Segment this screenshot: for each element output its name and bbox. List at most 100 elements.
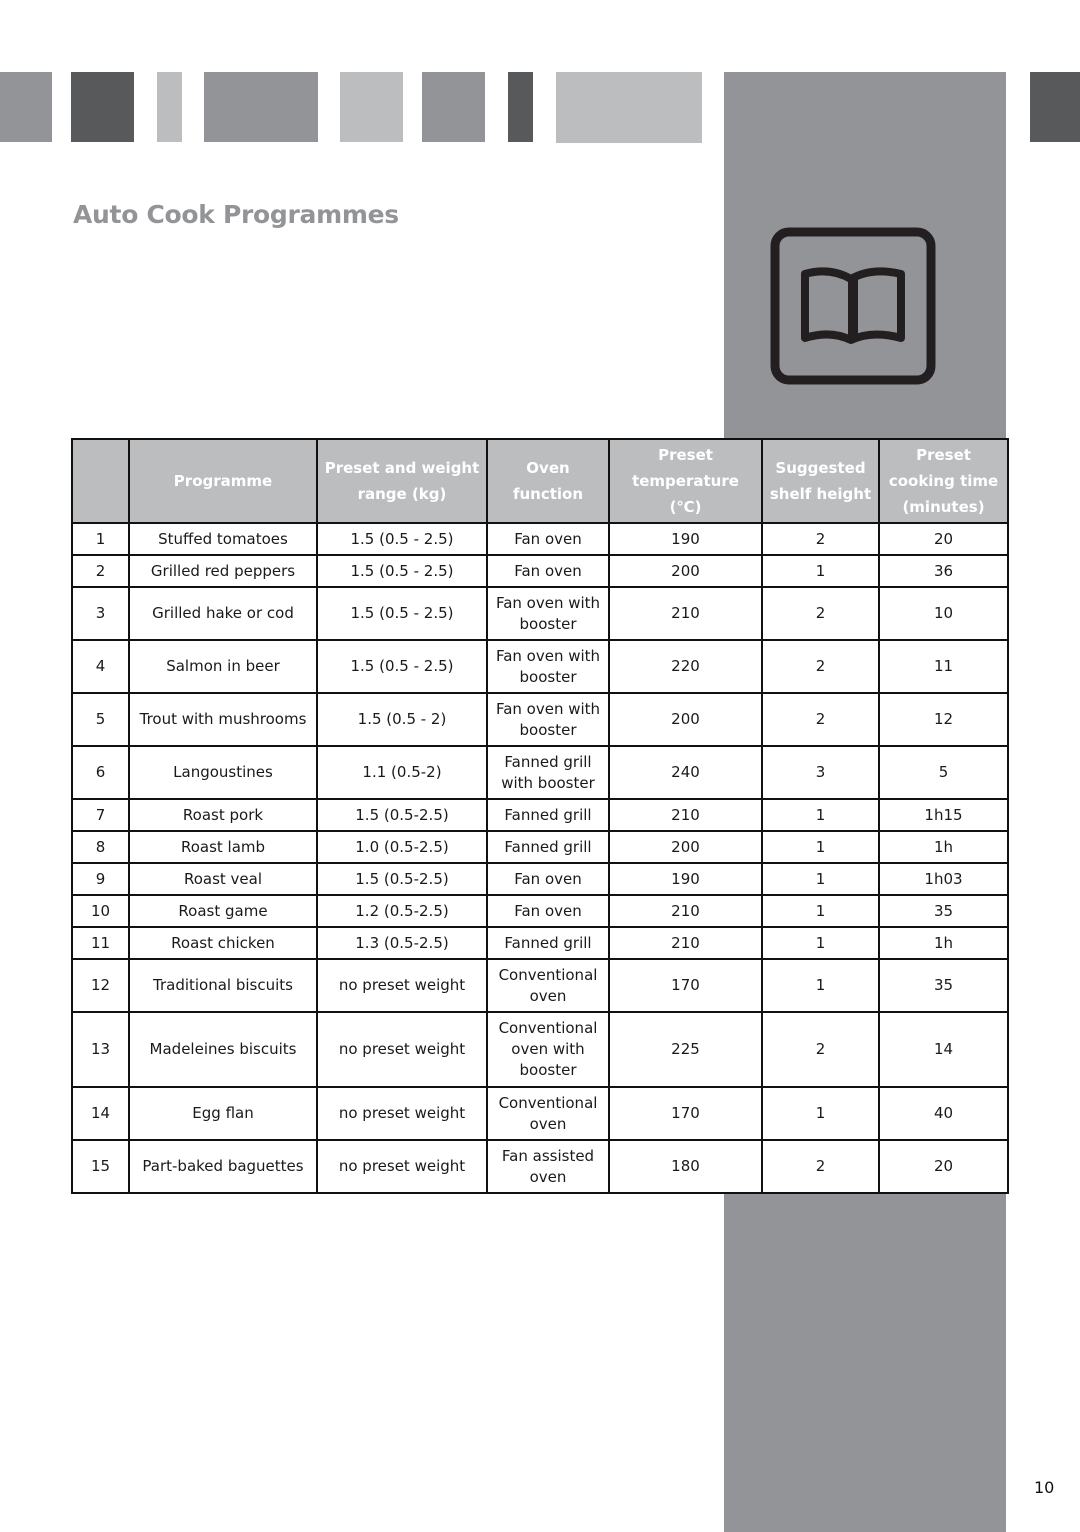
cell-temperature: 225 xyxy=(608,1011,763,1088)
cell-programme: Roast game xyxy=(128,894,318,928)
cell-oven-function: Fan oven with booster xyxy=(486,692,610,747)
cell-shelf-height: 1 xyxy=(761,926,880,960)
cell-number: 11 xyxy=(71,926,130,960)
cell-temperature: 170 xyxy=(608,958,763,1013)
cell-weight: no preset weight xyxy=(316,1011,488,1088)
cell-number: 9 xyxy=(71,862,130,896)
table-row: 13 Madeleines biscuits no preset weight Con… xyxy=(71,1011,1009,1088)
cell-weight: 1.5 (0.5 - 2) xyxy=(316,692,488,747)
cell-number: 6 xyxy=(71,745,130,800)
table-row: 9 Roast veal 1.5 (0.5-2.5) Fan oven 190 1 1h03 xyxy=(71,862,1009,896)
cell-oven-function: Fan oven xyxy=(486,862,610,896)
cell-temperature: 170 xyxy=(608,1086,763,1141)
cell-temperature: 200 xyxy=(608,692,763,747)
cell-number: 5 xyxy=(71,692,130,747)
cell-temperature: 190 xyxy=(608,862,763,896)
cell-weight: 1.5 (0.5 - 2.5) xyxy=(316,586,488,641)
cell-shelf-height: 2 xyxy=(761,1011,880,1088)
page-number: 10 xyxy=(1034,1478,1055,1497)
cell-oven-function: Fanned grill xyxy=(486,830,610,864)
column-header-number xyxy=(71,438,130,524)
table-row: 7 Roast pork 1.5 (0.5-2.5) Fanned grill 210 1… xyxy=(71,798,1009,832)
cell-cooking-time: 35 xyxy=(878,894,1009,928)
cell-cooking-time: 1h xyxy=(878,830,1009,864)
cell-programme: Grilled red peppers xyxy=(128,554,318,588)
cell-temperature: 240 xyxy=(608,745,763,800)
cell-shelf-height: 2 xyxy=(761,639,880,694)
cell-cooking-time: 40 xyxy=(878,1086,1009,1141)
cell-shelf-height: 3 xyxy=(761,745,880,800)
cell-cooking-time: 11 xyxy=(878,639,1009,694)
header-bar-decoration xyxy=(204,72,318,142)
cell-weight: 1.5 (0.5 - 2.5) xyxy=(316,522,488,556)
cell-programme: Roast veal xyxy=(128,862,318,896)
cell-oven-function: Fanned grill xyxy=(486,926,610,960)
cell-shelf-height: 2 xyxy=(761,692,880,747)
cell-shelf-height: 1 xyxy=(761,1086,880,1141)
column-header-temperature: Preset temperature (℃) xyxy=(608,438,763,524)
cell-temperature: 190 xyxy=(608,522,763,556)
cell-weight: no preset weight xyxy=(316,1086,488,1141)
cell-shelf-height: 1 xyxy=(761,798,880,832)
cell-programme: Traditional biscuits xyxy=(128,958,318,1013)
table-row: 6 Langoustines 1.1 (0.5-2) Fanned grill wit… xyxy=(71,745,1009,800)
header-bar-decoration xyxy=(508,72,533,142)
header-bar-decoration xyxy=(71,72,134,142)
cell-programme: Trout with mushrooms xyxy=(128,692,318,747)
column-header-oven-function: Oven function xyxy=(486,438,610,524)
cell-temperature: 210 xyxy=(608,586,763,641)
cell-number: 10 xyxy=(71,894,130,928)
cell-cooking-time: 1h03 xyxy=(878,862,1009,896)
cell-oven-function: Conventional oven xyxy=(486,958,610,1013)
cell-cooking-time: 1h xyxy=(878,926,1009,960)
table-row: 1 Stuffed tomatoes 1.5 (0.5 - 2.5) Fan oven… xyxy=(71,522,1009,556)
cell-temperature: 210 xyxy=(608,798,763,832)
cell-cooking-time: 36 xyxy=(878,554,1009,588)
table-row: 10 Roast game 1.2 (0.5-2.5) Fan oven 210 1 35 xyxy=(71,894,1009,928)
page-title: Auto Cook Programmes xyxy=(73,200,399,229)
cell-programme: Langoustines xyxy=(128,745,318,800)
cell-oven-function: Fan oven xyxy=(486,554,610,588)
header-bar-decoration xyxy=(1030,72,1080,142)
table-row: 2 Grilled red peppers 1.5 (0.5 - 2.5) Fan o… xyxy=(71,554,1009,588)
cell-oven-function: Conventional oven with booster xyxy=(486,1011,610,1088)
cell-oven-function: Fan assisted oven xyxy=(486,1139,610,1194)
cell-weight: no preset weight xyxy=(316,958,488,1013)
cell-oven-function: Fanned grill xyxy=(486,798,610,832)
column-header-programme: Programme xyxy=(128,438,318,524)
cell-oven-function: Fanned grill with booster xyxy=(486,745,610,800)
header-bar-decoration xyxy=(157,72,182,142)
cell-programme: Grilled hake or cod xyxy=(128,586,318,641)
cell-temperature: 220 xyxy=(608,639,763,694)
cell-programme: Madeleines biscuits xyxy=(128,1011,318,1088)
cell-cooking-time: 20 xyxy=(878,522,1009,556)
cell-oven-function: Fan oven xyxy=(486,894,610,928)
column-header-cooking-time: Preset cooking time (minutes) xyxy=(878,438,1009,524)
column-header-weight: Preset and weight range (kg) xyxy=(316,438,488,524)
table-row: 11 Roast chicken 1.3 (0.5-2.5) Fanned grill… xyxy=(71,926,1009,960)
cell-weight: 1.5 (0.5 - 2.5) xyxy=(316,639,488,694)
cell-shelf-height: 2 xyxy=(761,586,880,641)
cell-weight: 1.3 (0.5-2.5) xyxy=(316,926,488,960)
cell-temperature: 210 xyxy=(608,926,763,960)
column-header-shelf-height: Suggested shelf height xyxy=(761,438,880,524)
cell-programme: Roast lamb xyxy=(128,830,318,864)
cell-number: 4 xyxy=(71,639,130,694)
cell-number: 8 xyxy=(71,830,130,864)
cell-temperature: 180 xyxy=(608,1139,763,1194)
cell-number: 2 xyxy=(71,554,130,588)
cell-weight: 1.5 (0.5 - 2.5) xyxy=(316,554,488,588)
table-row: 15 Part-baked baguettes no preset weight Fa… xyxy=(71,1139,1009,1194)
cell-cooking-time: 10 xyxy=(878,586,1009,641)
cell-shelf-height: 1 xyxy=(761,862,880,896)
table-header-row: Programme Preset and weight range (kg) O… xyxy=(71,438,1009,524)
header-bar-decoration xyxy=(340,72,403,142)
cell-programme: Salmon in beer xyxy=(128,639,318,694)
cell-shelf-height: 1 xyxy=(761,830,880,864)
cell-cooking-time: 20 xyxy=(878,1139,1009,1194)
cell-weight: 1.5 (0.5-2.5) xyxy=(316,862,488,896)
cell-weight: 1.0 (0.5-2.5) xyxy=(316,830,488,864)
cell-cooking-time: 1h15 xyxy=(878,798,1009,832)
cell-programme: Part-baked baguettes xyxy=(128,1139,318,1194)
cell-number: 15 xyxy=(71,1139,130,1194)
